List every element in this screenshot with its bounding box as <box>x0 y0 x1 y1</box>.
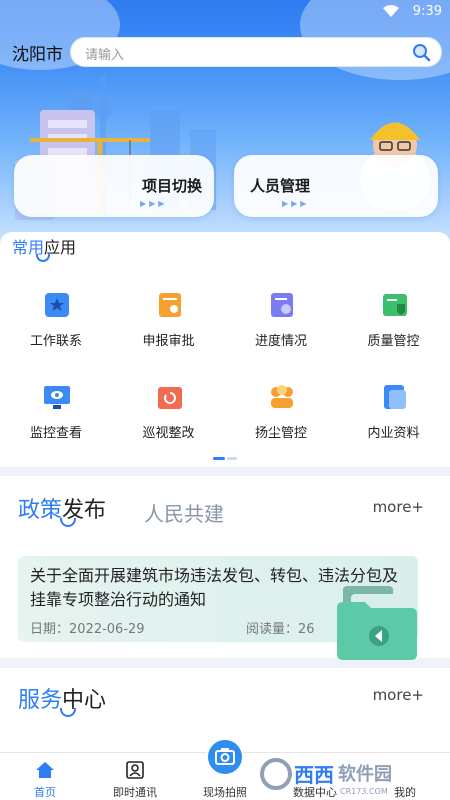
app-item-label: 扬尘管控 <box>254 426 307 441</box>
app-item[interactable]: 申报审批 <box>113 284 225 364</box>
app-item-label: 质量管控 <box>367 334 420 349</box>
common-apps-section: 常用应用 工作联系 申报审批 进度情况 质量管控 监控查看 巡视整改 扬尘管控 … <box>0 232 450 467</box>
app-item[interactable]: 工作联系 <box>0 284 112 364</box>
camera-icon <box>215 748 235 765</box>
status-bar: 9:39 <box>0 0 450 24</box>
arrow-indicator-icon: ▶▶▶ <box>282 199 310 208</box>
svg-text:软件园: 软件园 <box>338 763 392 785</box>
tab-people-co-build[interactable]: 人民共建 <box>144 498 224 527</box>
personnel-management-label: 人员管理 <box>250 177 311 195</box>
nav-photo-label: 现场拍照 <box>203 786 247 799</box>
title-underline-decoration <box>36 254 50 262</box>
search-icon[interactable] <box>411 42 431 62</box>
patrol-icon <box>157 387 182 409</box>
app-item[interactable]: 质量管控 <box>338 284 450 364</box>
app-item-label: 工作联系 <box>29 334 82 349</box>
app-item-label: 内业资料 <box>367 426 420 441</box>
policy-more-link[interactable]: more+ <box>373 498 424 516</box>
svg-text:CR173.COM: CR173.COM <box>340 787 388 796</box>
camera-button[interactable] <box>206 738 244 776</box>
city-selector[interactable]: 沈阳市 <box>12 40 63 65</box>
work-contact-icon <box>45 293 69 317</box>
tab-underline-decoration <box>60 518 76 527</box>
contact-card-icon <box>126 761 144 779</box>
documents-icon <box>383 385 406 409</box>
quality-icon <box>382 294 407 316</box>
watermark-logo: 西西 软件园 CR173.COM <box>260 758 392 796</box>
approval-icon <box>158 293 181 317</box>
dust-icon <box>271 385 293 408</box>
app-item-label: 进度情况 <box>254 334 307 349</box>
folder-illustration <box>337 586 417 660</box>
nav-instant-message-label: 即时通讯 <box>113 786 157 799</box>
project-switch-label: 项目切换 <box>142 177 203 195</box>
app-item[interactable]: 进度情况 <box>225 284 337 364</box>
title-underline-decoration <box>60 708 76 717</box>
project-switch-card[interactable]: 项目切换 ▶▶▶ <box>14 155 214 217</box>
nav-home[interactable]: 首页 <box>0 753 90 800</box>
search-bar[interactable]: 请输入 <box>70 37 442 67</box>
arrow-indicator-icon: ▶▶▶ <box>140 199 168 208</box>
app-item-label: 监控查看 <box>29 426 82 441</box>
personnel-management-card[interactable]: 人员管理 ▶▶▶ <box>234 155 438 217</box>
app-item[interactable]: 扬尘管控 <box>225 376 337 456</box>
wifi-icon <box>383 5 399 17</box>
app-item[interactable]: 监控查看 <box>0 376 112 456</box>
svg-text:西西: 西西 <box>294 763 334 787</box>
app-item[interactable]: 内业资料 <box>338 376 450 456</box>
app-item-label: 申报审批 <box>142 334 195 349</box>
page-indicator <box>213 457 237 460</box>
news-date: 日期：2022-06-29 <box>30 622 145 637</box>
app-item[interactable]: 巡视整改 <box>113 376 225 456</box>
home-icon <box>36 762 54 778</box>
monitor-icon <box>44 386 70 409</box>
progress-icon <box>271 293 293 317</box>
nav-instant-message[interactable]: 即时通讯 <box>90 753 180 800</box>
status-time: 9:39 <box>412 4 442 19</box>
service-more-link[interactable]: more+ <box>373 686 424 704</box>
app-item-label: 巡视整改 <box>142 426 195 441</box>
nav-home-label: 首页 <box>34 786 56 799</box>
search-placeholder[interactable]: 请输入 <box>85 44 124 63</box>
news-read-count: 阅读量：26 <box>246 622 315 637</box>
